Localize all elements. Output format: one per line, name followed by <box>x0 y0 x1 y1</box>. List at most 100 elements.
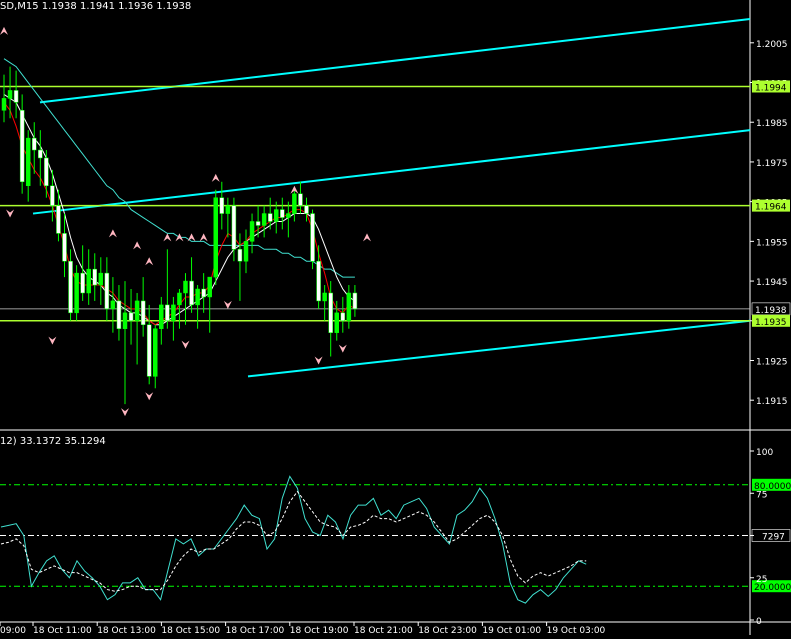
candle-body <box>322 292 327 302</box>
price-label-text: 1.1964 <box>755 203 787 213</box>
candle-body <box>165 304 170 322</box>
candle-body <box>304 205 309 214</box>
candle-body <box>44 157 49 187</box>
fractal-up-marker <box>108 229 117 238</box>
candle-body <box>249 221 255 242</box>
candle-body <box>140 300 146 325</box>
time-tick-label: 18 Oct 11:00 <box>33 626 92 635</box>
indicator-values: 33.1372 35.1294 <box>19 436 106 447</box>
time-tick-label: 09:00 <box>0 626 26 635</box>
fractal-down-marker <box>145 392 154 401</box>
candle-body <box>38 149 43 159</box>
candle-body <box>298 193 303 206</box>
fractal-down-marker <box>338 344 347 353</box>
price-tick-label: 1.2005 <box>756 40 788 50</box>
candle-body <box>213 197 218 278</box>
time-tick-label: 18 Oct 21:00 <box>354 626 413 635</box>
candle-body <box>207 276 212 298</box>
candle-body <box>231 205 237 250</box>
candle-body <box>280 209 285 218</box>
candle-body <box>261 213 267 226</box>
channel-line <box>32 129 751 215</box>
stoch-tick-label: 100 <box>756 448 773 458</box>
channel-line <box>247 319 751 378</box>
stoch-mid-label: 7297 <box>762 533 785 543</box>
candle-body <box>183 280 188 294</box>
candle-body <box>86 268 91 294</box>
candle-body <box>255 221 261 226</box>
fractal-down-marker <box>48 336 57 345</box>
price-tick-label: 1.1975 <box>756 159 788 169</box>
main-chart-header: SD,M15 1.1938 1.1941 1.1936 1.1938 <box>0 1 191 15</box>
fractal-up-marker <box>145 257 154 266</box>
fractal-down-marker <box>223 300 232 309</box>
fractal-down-marker <box>314 356 323 365</box>
channel-line <box>39 17 751 104</box>
price-tick-label: 1.1955 <box>756 238 788 248</box>
candle-body <box>146 324 152 377</box>
candle-body <box>310 213 315 262</box>
candle-body <box>50 185 55 206</box>
time-tick-label: 18 Oct 23:00 <box>418 626 477 635</box>
candle-body <box>104 272 110 310</box>
stoch-tick-label: 25 <box>756 575 767 585</box>
stoch-signal-line <box>0 490 587 592</box>
fractal-down-marker <box>121 408 129 417</box>
time-tick-label: 18 Oct 13:00 <box>97 626 156 635</box>
candle-body <box>352 292 358 310</box>
candle-body <box>74 272 79 314</box>
candle-body <box>128 312 134 322</box>
fractal-up-marker <box>211 173 220 182</box>
fractal-up-marker <box>133 241 142 250</box>
price-tick-label: 1.1915 <box>756 397 788 407</box>
fractal-down-marker <box>6 209 15 218</box>
candle-body <box>62 233 67 262</box>
candle-body <box>274 209 279 222</box>
candle-body <box>92 268 97 286</box>
time-tick-label: 18 Oct 19:00 <box>290 626 349 635</box>
chart-svg: 1.20051.19951.19851.19751.19651.19551.19… <box>0 0 791 636</box>
fractal-up-marker <box>0 26 8 35</box>
candle-body <box>237 249 243 262</box>
candle-body <box>292 193 297 214</box>
fractal-up-marker <box>199 233 208 242</box>
candle-body <box>1 98 7 111</box>
indicator-name: 12) <box>0 436 17 447</box>
candle-body <box>225 205 231 214</box>
candle-body <box>134 300 140 322</box>
candle-body <box>7 90 13 99</box>
candle-body <box>159 304 164 329</box>
indicator-header: 12) 33.1372 35.1294 <box>0 436 106 450</box>
candle-body <box>80 272 85 294</box>
ohlc-values: 1.1938 1.1941 1.1936 1.1938 <box>41 1 192 12</box>
candle-body <box>267 213 273 222</box>
candle-body <box>110 300 116 310</box>
candle-body <box>122 312 128 329</box>
candle-body <box>177 292 182 306</box>
time-tick-label: 19 Oct 01:00 <box>482 626 541 635</box>
fractal-down-marker <box>181 340 190 349</box>
candle-body <box>171 304 176 322</box>
candle-body <box>56 205 61 234</box>
price-tick-label: 1.1945 <box>756 278 788 288</box>
time-tick-label: 19 Oct 03:00 <box>547 626 606 635</box>
candle-body <box>328 292 333 333</box>
price-label-text: 1.1935 <box>755 318 787 328</box>
candle-body <box>32 137 37 151</box>
price-tick-label: 1.1985 <box>756 119 788 129</box>
candle-body <box>98 272 104 286</box>
fractal-up-marker <box>163 233 172 242</box>
price-tick-label: 1.1925 <box>756 357 788 367</box>
candle-body <box>13 90 19 103</box>
candle-body <box>340 312 346 322</box>
candle-body <box>286 213 291 218</box>
stoch-main-line <box>0 475 587 604</box>
stoch-tick-label: 0 <box>756 617 762 627</box>
time-tick-label: 18 Oct 17:00 <box>226 626 285 635</box>
price-label-text: 1.1994 <box>755 83 787 93</box>
stoch-tick-label: 75 <box>756 490 767 500</box>
candle-body <box>334 312 339 333</box>
candle-body <box>68 260 73 314</box>
candle-body <box>316 260 321 302</box>
fractal-up-marker <box>187 233 196 242</box>
